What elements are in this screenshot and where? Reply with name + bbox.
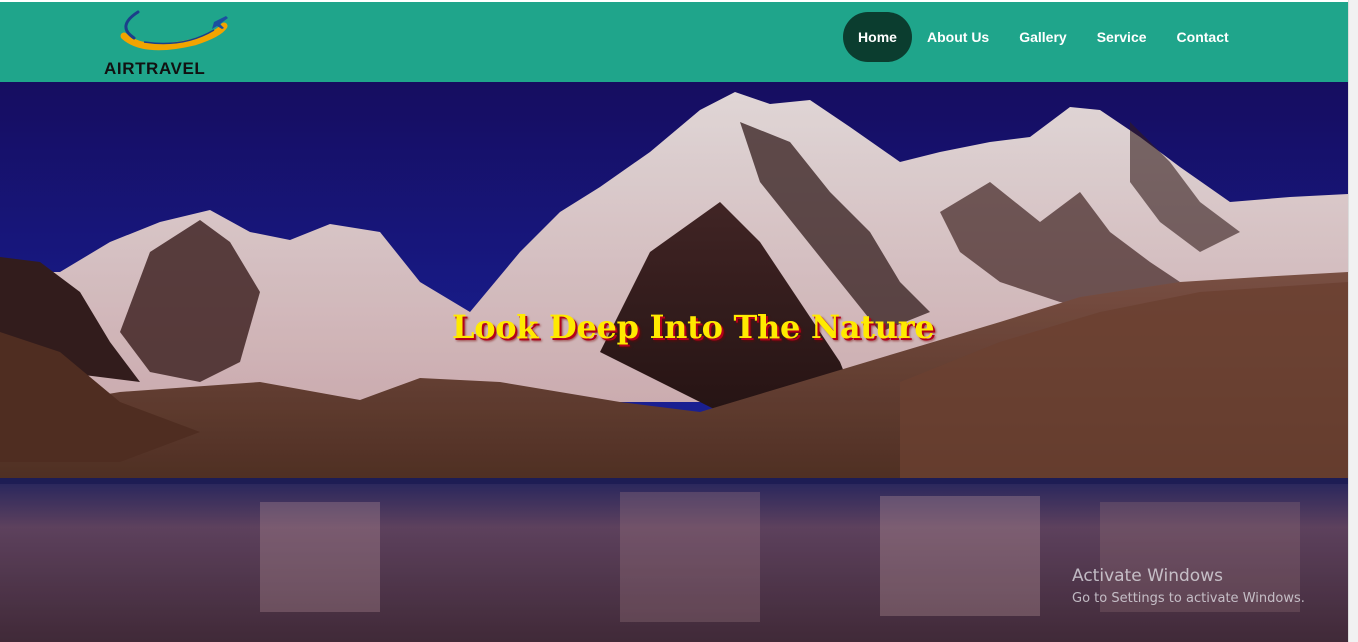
vertical-scrollbar[interactable] [1348, 0, 1358, 642]
watermark-subtitle: Go to Settings to activate Windows. [1072, 591, 1305, 606]
brand-logo[interactable]: AIRTRAVEL [104, 4, 244, 80]
hero-banner: Look Deep Into The Nature Activate Windo… [0, 82, 1348, 642]
navbar: AIRTRAVEL Home About Us Gallery Service … [0, 2, 1348, 82]
nav-gallery[interactable]: Gallery [1004, 12, 1081, 62]
nav-home[interactable]: Home [843, 12, 912, 62]
mountain-lake-image [0, 82, 1348, 642]
activate-windows-watermark: Activate Windows Go to Settings to activ… [1072, 566, 1305, 606]
hero-headline: Look Deep Into The Nature [452, 308, 935, 346]
page: AIRTRAVEL Home About Us Gallery Service … [0, 0, 1358, 642]
watermark-title: Activate Windows [1072, 566, 1223, 586]
plane-swoosh-logo-icon [120, 10, 228, 51]
nav-about-us[interactable]: About Us [912, 12, 1004, 62]
nav-service[interactable]: Service [1082, 12, 1162, 62]
nav-contact[interactable]: Contact [1162, 12, 1244, 62]
main-nav: Home About Us Gallery Service Contact [843, 12, 1244, 62]
brand-name: AIRTRAVEL [104, 59, 206, 78]
